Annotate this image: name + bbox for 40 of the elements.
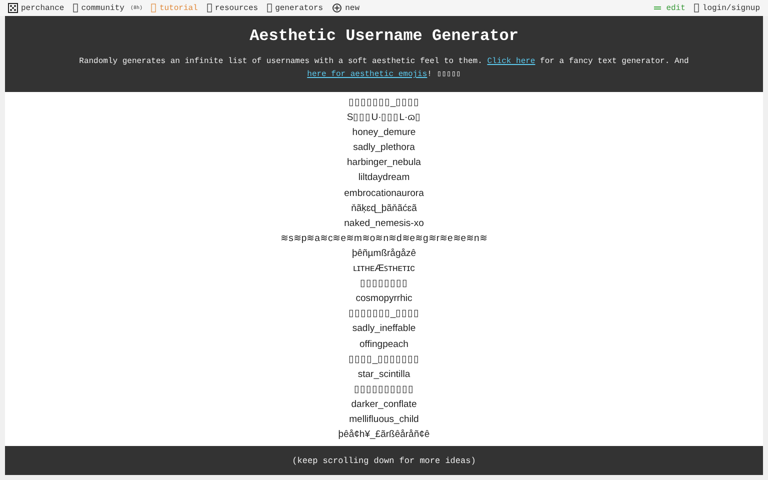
- username: harbinger_nebula: [346, 156, 422, 170]
- box-icon: [151, 3, 156, 13]
- box-icon: [73, 3, 78, 13]
- username: ▯▯▯▯_▯▯▯▯▯▯▯: [347, 352, 421, 367]
- username: ≋s≋p≋a≋c≋e≋m≋o≋n≋d≋e≋g≋r≋e≋e≋n≋: [280, 232, 488, 246]
- username: S▯▯▯U·▯▯▯L·ɷ▯: [346, 111, 422, 126]
- nav-link[interactable]: new: [332, 3, 360, 13]
- plus-icon: [332, 3, 342, 13]
- username: þêñµmßrågåzê: [350, 246, 418, 261]
- username: naked_nemesis-xo: [343, 216, 425, 231]
- username: mellifluous_child: [348, 412, 420, 427]
- username: embrocationaurora: [343, 186, 425, 201]
- username: sadly_ineffable: [351, 322, 417, 336]
- username: þêå¢h¥_£ãrßêåråñ¢ê: [337, 428, 431, 442]
- nav-link[interactable]: resources: [206, 3, 258, 13]
- username: ▯▯▯▯▯▯▯▯: [359, 277, 409, 292]
- username: ▯▯▯▯▯▯▯_▯▯▯▯: [347, 307, 421, 322]
- nav-link[interactable]: perchance: [8, 3, 64, 13]
- username: star_scintilla: [356, 368, 412, 382]
- username: ▯▯▯▯▯▯▯_▯▯▯▯: [347, 96, 421, 110]
- username: ▯▯▯▯▯▯▯▯▯▯: [353, 382, 415, 397]
- nav-link[interactable]: login/signup: [694, 3, 760, 13]
- page-title: Aesthetic Username Generator: [248, 26, 520, 47]
- dice-icon: [8, 3, 18, 13]
- username: offingpeach: [358, 338, 410, 352]
- description: Randomly generates an infinite list of usernames with a soft aesthetic feel to them. Click here for a fancy text generator. And here for aesthetic emojis! ▯▯▯▯▯: [78, 56, 690, 81]
- username: honey_demure: [351, 126, 417, 140]
- scroll-hint: (keep scrolling down for more ideas): [292, 456, 476, 466]
- username: ʟɪᴛʜᴇÆꜱᴛʜᴇᴛɪᴄ: [352, 262, 416, 276]
- box-icon: [267, 3, 272, 13]
- username: liltdaydream: [357, 171, 411, 186]
- username: ňãķɛɖ_þãňãćɛã: [350, 202, 418, 216]
- nav-link[interactable]: generators: [267, 3, 324, 13]
- username: cosmopyrrhic: [354, 292, 414, 306]
- text-link[interactable]: here for aesthetic emojis: [307, 70, 428, 79]
- box-icon: [694, 3, 700, 13]
- box-icon: [206, 3, 212, 13]
- username: sadly_plethora: [352, 141, 416, 156]
- username: darker_conflate: [350, 398, 418, 412]
- text-link[interactable]: Click here: [487, 57, 536, 66]
